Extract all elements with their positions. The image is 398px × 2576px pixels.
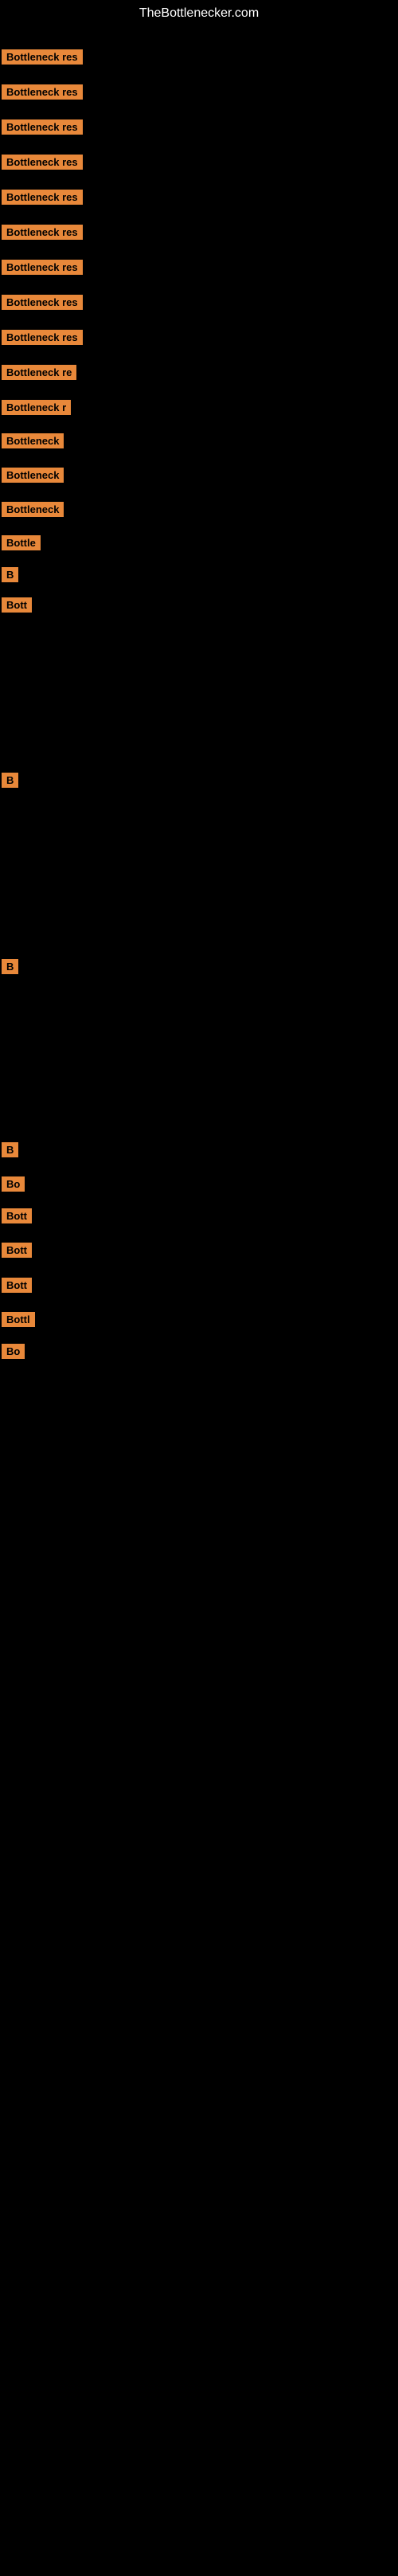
bottleneck-label: Bottleneck res [2, 260, 83, 275]
list-item: Bottleneck r [2, 400, 71, 419]
bottleneck-label: Bottleneck [2, 502, 64, 517]
bottleneck-label: Bo [2, 1176, 25, 1192]
list-item: Bottleneck [2, 468, 64, 487]
bottleneck-label: Bo [2, 1344, 25, 1359]
bottleneck-label: Bottleneck r [2, 400, 71, 415]
list-item: Bottleneck res [2, 49, 83, 69]
bottleneck-label: Bottleneck res [2, 84, 83, 100]
list-item: Bottleneck res [2, 260, 83, 279]
list-item: Bott [2, 1243, 32, 1262]
site-title: TheBottlenecker.com [0, 0, 398, 27]
list-item: B [2, 959, 18, 978]
bottleneck-label: B [2, 959, 18, 974]
bottleneck-label: Bottl [2, 1312, 35, 1327]
bottleneck-label: Bottleneck res [2, 295, 83, 310]
bottleneck-label: Bott [2, 1243, 32, 1258]
bottleneck-label: Bottleneck res [2, 225, 83, 240]
list-item: Bottleneck [2, 433, 64, 452]
list-item: Bott [2, 1208, 32, 1227]
list-item: Bottle [2, 535, 41, 554]
bottleneck-label: Bottleneck res [2, 330, 83, 345]
bottleneck-label: B [2, 1142, 18, 1157]
bottleneck-label: Bott [2, 597, 32, 613]
bottleneck-label: Bottleneck re [2, 365, 76, 380]
list-item: Bo [2, 1176, 25, 1196]
list-item: Bottleneck res [2, 330, 83, 349]
list-item: Bottleneck res [2, 155, 83, 174]
list-item: Bottleneck re [2, 365, 76, 384]
list-item: Bottleneck res [2, 190, 83, 209]
list-item: Bo [2, 1344, 25, 1363]
list-item: Bottleneck res [2, 84, 83, 104]
list-item: Bottleneck res [2, 119, 83, 139]
bottleneck-label: Bottleneck res [2, 155, 83, 170]
list-item: Bott [2, 1278, 32, 1297]
list-item: B [2, 567, 18, 586]
list-item: Bottleneck res [2, 225, 83, 244]
list-item: B [2, 773, 18, 792]
list-item: B [2, 1142, 18, 1161]
list-item: Bottleneck res [2, 295, 83, 314]
bottleneck-label: Bottleneck [2, 433, 64, 448]
bottleneck-label: Bottleneck [2, 468, 64, 483]
bottleneck-label: Bottleneck res [2, 119, 83, 135]
list-item: Bottleneck [2, 502, 64, 521]
bottleneck-label: Bottleneck res [2, 190, 83, 205]
bottleneck-label: B [2, 567, 18, 582]
bottleneck-label: Bott [2, 1208, 32, 1223]
list-item: Bottl [2, 1312, 35, 1331]
list-item: Bott [2, 597, 32, 617]
bottleneck-label: B [2, 773, 18, 788]
bottleneck-label: Bottle [2, 535, 41, 550]
bottleneck-label: Bottleneck res [2, 49, 83, 65]
bottleneck-label: Bott [2, 1278, 32, 1293]
